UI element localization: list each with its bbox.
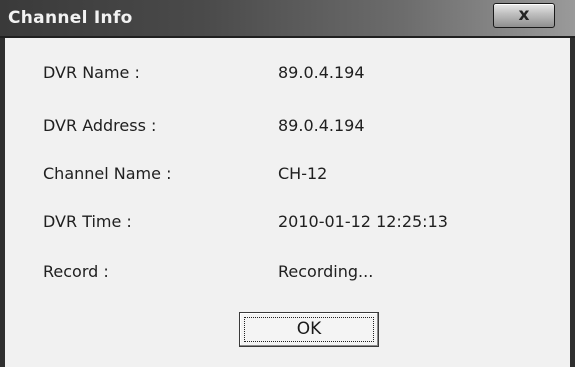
title-bar[interactable]: Channel Info x [0, 0, 575, 38]
record-label: Record : [43, 262, 109, 281]
ok-button[interactable]: OK [239, 312, 379, 347]
dvr-name-value: 89.0.4.194 [278, 63, 365, 82]
close-icon: x [518, 5, 530, 25]
dvr-address-label: DVR Address : [43, 116, 157, 135]
channel-info-dialog: Channel Info x DVR Name : 89.0.4.194 DVR… [0, 0, 575, 367]
dvr-address-value: 89.0.4.194 [278, 116, 365, 135]
ok-button-label: OK [296, 319, 322, 339]
dvr-name-label: DVR Name : [43, 63, 140, 82]
dvr-time-value: 2010-01-12 12:25:13 [278, 212, 448, 231]
record-status-value: Recording... [278, 262, 374, 281]
window-title: Channel Info [8, 8, 133, 28]
channel-name-label: Channel Name : [43, 164, 172, 183]
channel-name-value: CH-12 [278, 164, 328, 183]
dvr-time-label: DVR Time : [43, 212, 132, 231]
close-button[interactable]: x [493, 3, 555, 28]
